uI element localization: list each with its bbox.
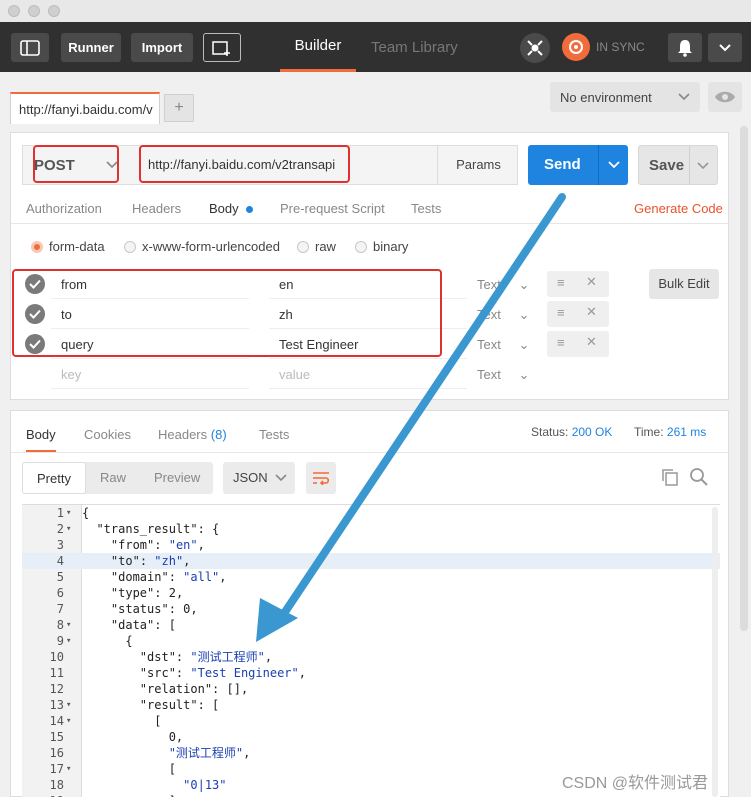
watermark: CSDN @软件测试君 — [562, 775, 709, 792]
annotation-arrow — [256, 193, 566, 642]
